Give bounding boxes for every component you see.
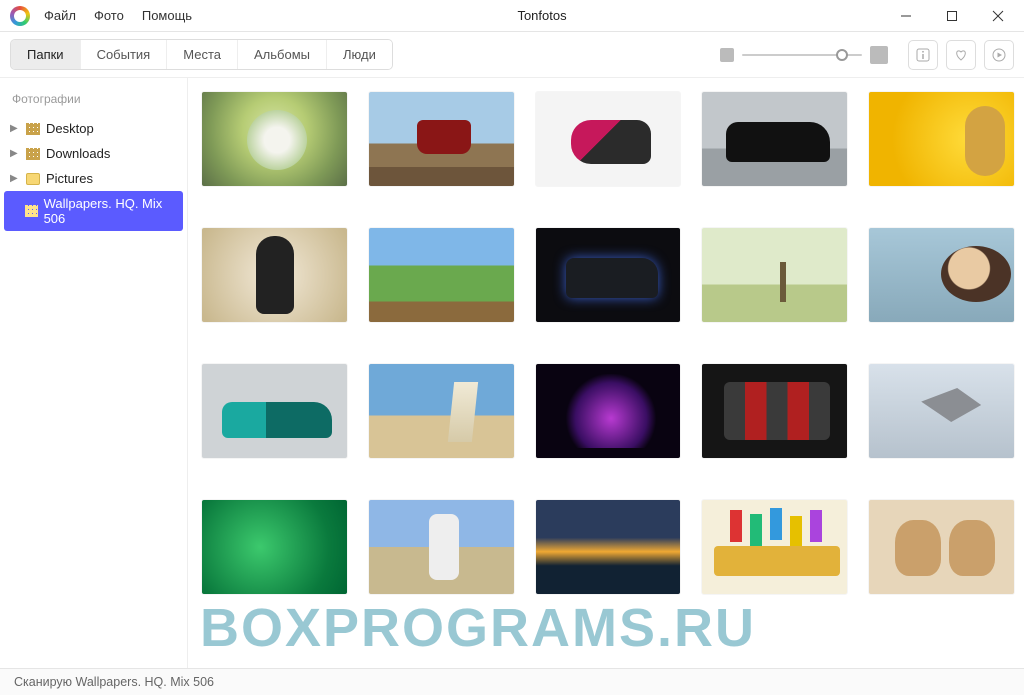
chevron-right-icon: ▶: [10, 173, 20, 184]
status-text: Сканирую Wallpapers. HQ. Mix 506: [14, 675, 214, 689]
menu-file[interactable]: Файл: [36, 4, 84, 27]
thumbnail[interactable]: [202, 500, 347, 594]
grid-folder-icon: [26, 148, 40, 160]
right-tools: [908, 40, 1014, 70]
minimize-button[interactable]: [884, 2, 928, 30]
sidebar-item-label: Wallpapers. HQ. Mix 506: [44, 196, 173, 226]
tab-places[interactable]: Места: [166, 40, 237, 69]
close-button[interactable]: [976, 2, 1020, 30]
tab-folders[interactable]: Папки: [11, 40, 80, 69]
thumbnail[interactable]: [702, 228, 847, 322]
thumbnail[interactable]: [369, 500, 514, 594]
tab-albums[interactable]: Альбомы: [237, 40, 326, 69]
thumbnail[interactable]: [536, 500, 681, 594]
thumbnail[interactable]: [869, 228, 1014, 322]
tab-people[interactable]: Люди: [326, 40, 392, 69]
thumbnail[interactable]: [536, 92, 681, 186]
folder-icon: [26, 173, 40, 185]
thumbnail-grid: [188, 78, 1024, 668]
chevron-right-icon: ▶: [10, 148, 20, 159]
thumbnail[interactable]: [536, 228, 681, 322]
thumbnail-row: [202, 228, 1014, 322]
grid-folder-icon: [26, 123, 40, 135]
window-title: Tonfotos: [200, 8, 884, 23]
thumbnail[interactable]: [202, 228, 347, 322]
thumbnail[interactable]: [202, 92, 347, 186]
chevron-right-icon: ▶: [10, 123, 20, 134]
sidebar-item-label: Pictures: [46, 171, 93, 186]
slideshow-button[interactable]: [984, 40, 1014, 70]
thumbnail[interactable]: [369, 364, 514, 458]
sidebar-item-label: Downloads: [46, 146, 110, 161]
window-controls: [884, 2, 1020, 30]
sidebar-item-desktop[interactable]: ▶ Desktop: [0, 116, 187, 141]
thumbnail-row: [202, 364, 1014, 458]
sidebar-item-wallpapers[interactable]: Wallpapers. HQ. Mix 506: [4, 191, 183, 231]
view-tabs: Папки События Места Альбомы Люди: [10, 39, 393, 70]
thumbnail[interactable]: [702, 500, 847, 594]
toolbar: Папки События Места Альбомы Люди: [0, 32, 1024, 78]
sidebar-header: Фотографии: [0, 86, 187, 116]
statusbar: Сканирую Wallpapers. HQ. Mix 506: [0, 668, 1024, 695]
sidebar-item-downloads[interactable]: ▶ Downloads: [0, 141, 187, 166]
thumbnail[interactable]: [869, 500, 1014, 594]
thumbnail[interactable]: [536, 364, 681, 458]
thumbnail[interactable]: [702, 364, 847, 458]
zoom-slider[interactable]: [742, 54, 862, 56]
sidebar-item-label: Desktop: [46, 121, 94, 136]
sidebar-item-pictures[interactable]: ▶ Pictures: [0, 166, 187, 191]
grid-folder-icon: [25, 205, 38, 217]
main-body: Фотографии ▶ Desktop ▶ Downloads ▶ Pictu…: [0, 78, 1024, 668]
menu-photo[interactable]: Фото: [86, 4, 132, 27]
zoom-small-icon: [720, 48, 734, 62]
favorite-button[interactable]: [946, 40, 976, 70]
thumbnail[interactable]: [369, 228, 514, 322]
thumbnail[interactable]: [202, 364, 347, 458]
thumbnail-zoom: [720, 46, 888, 64]
main-menu: Файл Фото Помощь: [36, 4, 200, 27]
thumbnail-row: [202, 500, 1014, 594]
tab-events[interactable]: События: [80, 40, 167, 69]
zoom-large-icon: [870, 46, 888, 64]
thumbnail[interactable]: [869, 92, 1014, 186]
thumbnail[interactable]: [369, 92, 514, 186]
sidebar: Фотографии ▶ Desktop ▶ Downloads ▶ Pictu…: [0, 78, 188, 668]
thumbnail-row: [202, 92, 1014, 186]
maximize-button[interactable]: [930, 2, 974, 30]
zoom-thumb[interactable]: [836, 49, 848, 61]
info-button[interactable]: [908, 40, 938, 70]
app-logo-icon: [10, 6, 30, 26]
thumbnail[interactable]: [702, 92, 847, 186]
menu-help[interactable]: Помощь: [134, 4, 200, 27]
thumbnail[interactable]: [869, 364, 1014, 458]
titlebar: Файл Фото Помощь Tonfotos: [0, 0, 1024, 32]
